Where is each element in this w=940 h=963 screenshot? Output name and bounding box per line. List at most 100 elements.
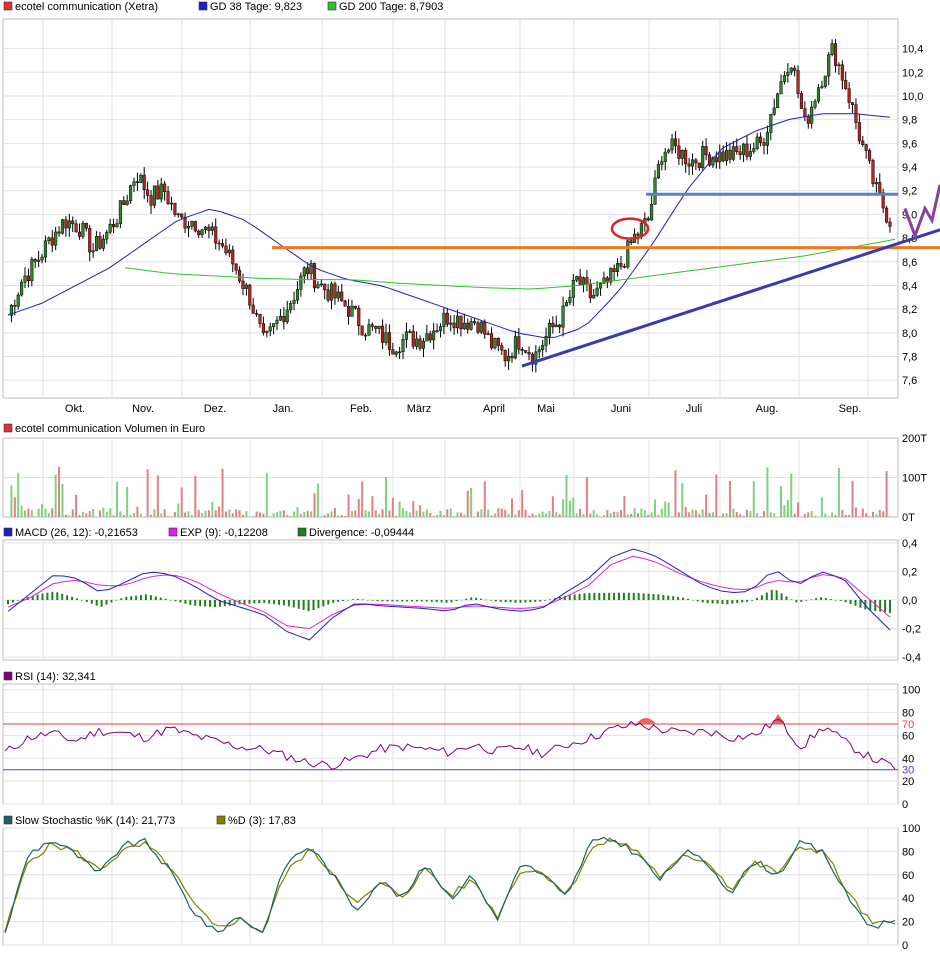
divergence-bar [441, 600, 443, 602]
macd-legend-swatch [4, 528, 12, 536]
candle-body [885, 208, 888, 222]
volume-bar [44, 509, 46, 517]
divergence-bar [786, 596, 788, 600]
candle-body [756, 137, 759, 149]
volume-bar [102, 508, 104, 517]
candle-body [157, 186, 160, 199]
price-legend-swatch [4, 2, 12, 10]
candle-body [739, 152, 742, 155]
divergence-bar [86, 600, 88, 602]
divergence-bar [367, 600, 369, 601]
volume-bar [838, 468, 840, 517]
candle-body [68, 221, 71, 228]
volume-bar [617, 512, 619, 517]
volume-bar [872, 512, 874, 517]
volume-bar [351, 511, 353, 517]
divergence-bar [204, 600, 206, 606]
volume-bar [170, 516, 172, 517]
candle-body [259, 314, 262, 323]
divergence-bar [416, 600, 418, 601]
volume-bar [869, 516, 871, 517]
volume-bar [528, 516, 530, 517]
candle-body [848, 89, 851, 103]
candle-body [729, 150, 732, 159]
divergence-bar [101, 600, 103, 607]
candle-body [715, 158, 718, 162]
divergence-bar [475, 598, 477, 600]
stochastic-legend-label: %D (3): 17,83 [228, 815, 296, 827]
volume-bar [317, 483, 319, 517]
volume-bar [620, 510, 622, 517]
divergence-bar [840, 600, 842, 601]
volume-bar [385, 477, 387, 517]
volume-bar [848, 515, 850, 517]
volume-bar [487, 510, 489, 517]
candle-body [24, 276, 27, 282]
month-label: Feb. [350, 403, 372, 415]
volume-y-tick: 0T [902, 512, 915, 524]
candle-body [105, 232, 108, 239]
divergence-bar [495, 600, 497, 601]
volume-bar [184, 513, 186, 517]
volume-bar [463, 515, 465, 517]
volume-bar [654, 500, 656, 517]
volume-bar [439, 511, 441, 517]
price-y-tick: 9,4 [902, 162, 917, 174]
candle-body [678, 146, 681, 159]
volume-bar [841, 510, 843, 517]
candle-body [443, 313, 446, 326]
candle-body [368, 325, 371, 335]
divergence-bar [781, 593, 783, 600]
candle-body [248, 285, 251, 305]
volume-bar [811, 511, 813, 517]
volume-bar [150, 515, 152, 517]
volume-bar [286, 515, 288, 517]
volume-bar [395, 516, 397, 517]
divergence-bar [175, 600, 177, 601]
volume-bar [875, 514, 877, 517]
divergence-bar [652, 594, 654, 600]
candle-body [528, 352, 531, 354]
divergence-bar [253, 600, 255, 603]
macd-legend-label: MACD (26, 12): -0,21653 [15, 527, 138, 539]
volume-bar [174, 512, 176, 517]
candle-body [449, 323, 452, 324]
volume-bar [269, 516, 271, 517]
volume-bar [763, 511, 765, 517]
volume-bar [640, 509, 642, 517]
candle-body [78, 232, 81, 237]
divergence-bar [396, 600, 398, 601]
volume-bar [746, 510, 748, 517]
volume-bar [491, 516, 493, 517]
volume-bar [685, 507, 687, 517]
candle-body [817, 88, 820, 101]
divergence-bar [303, 600, 305, 610]
rsi-y-tick: 60 [902, 730, 914, 742]
candle-body [238, 270, 241, 281]
divergence-bar [751, 600, 753, 601]
macd-legend-swatch [169, 528, 177, 536]
candle-body [412, 331, 415, 346]
volume-legend-swatch [4, 424, 12, 432]
candle-body [88, 228, 91, 252]
volume-bar [569, 501, 571, 517]
volume-bar [525, 510, 527, 517]
candle-body [735, 147, 738, 152]
volume-bar [368, 511, 370, 517]
candle-body [146, 190, 149, 196]
volume-bar [242, 515, 244, 517]
month-label: April [483, 403, 505, 415]
macd-legend-label: EXP (9): -0,12208 [180, 527, 268, 539]
candle-body [432, 331, 435, 340]
volume-bar [606, 510, 608, 517]
candle-body [827, 55, 830, 76]
volume-bar [450, 508, 452, 517]
price-y-tick: 8,2 [902, 304, 917, 316]
divergence-bar [342, 600, 344, 601]
divergence-bar [657, 594, 659, 600]
candle-body [85, 223, 88, 228]
candles [10, 39, 891, 372]
volume-bar [218, 507, 220, 517]
divergence-bar [736, 600, 738, 603]
divergence-bar [825, 598, 827, 600]
